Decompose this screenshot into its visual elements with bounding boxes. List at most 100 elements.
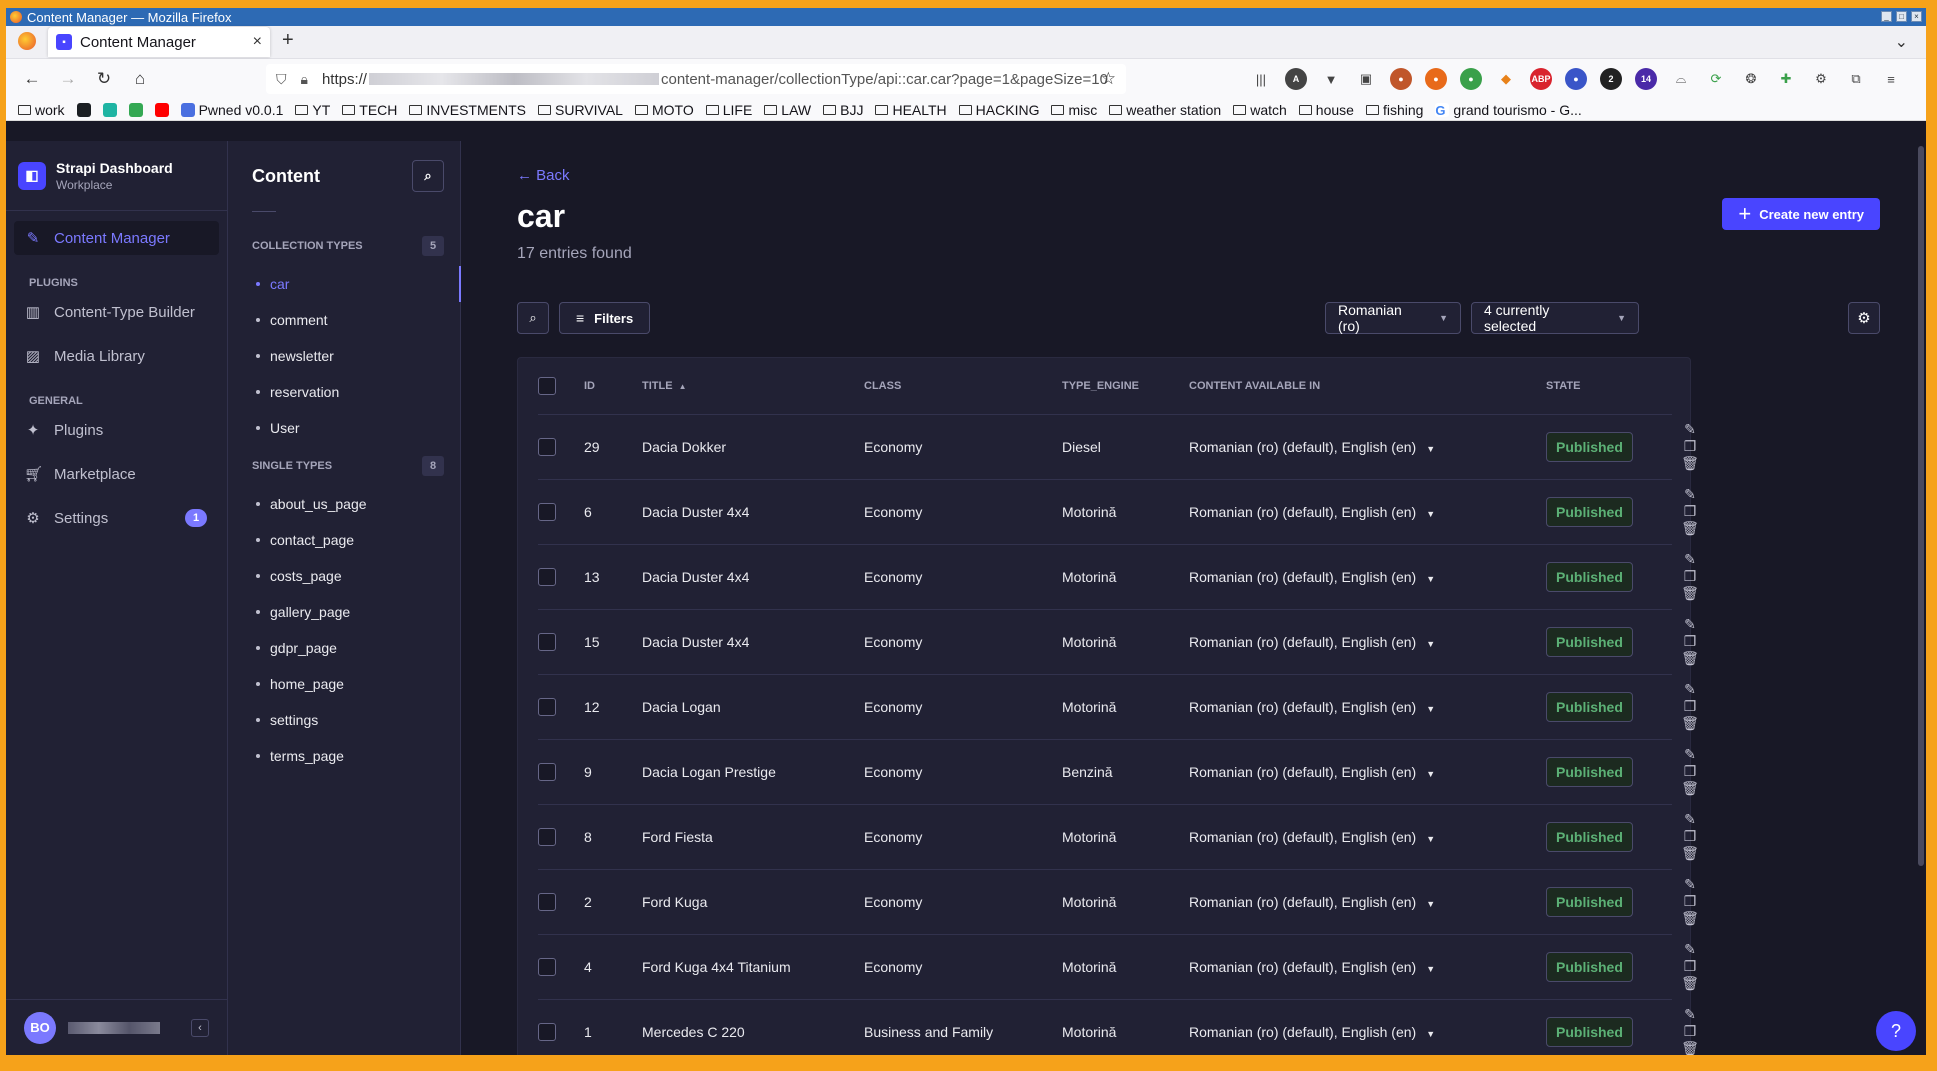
avatar[interactable]: BO: [24, 1011, 56, 1044]
chevron-down-icon[interactable]: ▼: [1426, 834, 1435, 844]
row-checkbox[interactable]: [538, 502, 556, 521]
subnav-link-user[interactable]: User: [228, 410, 460, 446]
chevron-down-icon[interactable]: ▼: [1426, 704, 1435, 714]
sidebar-item-plugins[interactable]: ✦ Plugins: [14, 413, 219, 447]
subnav-link-settings[interactable]: settings: [228, 702, 460, 738]
delete-trash-icon[interactable]: 🗑︎: [1672, 585, 1708, 602]
filters-button[interactable]: ≡ Filters: [559, 302, 651, 334]
subnav-link-costs-page[interactable]: costs_page: [228, 558, 460, 594]
bookmark-item[interactable]: [154, 102, 169, 117]
chevron-down-icon[interactable]: ▼: [1426, 444, 1435, 454]
bookmark-star-icon[interactable]: ☆: [1101, 69, 1116, 89]
bookmark-item[interactable]: work: [18, 102, 65, 118]
cell-content-available[interactable]: Romanian (ro) (default), English (en) ▼: [1189, 609, 1546, 675]
table-row[interactable]: 2 Ford Kuga Economy Motorină Romanian (ro) (…: [538, 869, 1699, 935]
tab-content-manager[interactable]: ▪ Content Manager ×: [48, 27, 270, 57]
bookmark-item[interactable]: INVESTMENTS: [409, 102, 526, 118]
delete-trash-icon[interactable]: 🗑︎: [1672, 910, 1708, 927]
duplicate-icon[interactable]: ❐: [1672, 893, 1708, 910]
help-button[interactable]: ?: [1876, 1011, 1916, 1051]
cell-content-available[interactable]: Romanian (ro) (default), English (en) ▼: [1189, 869, 1546, 935]
bookmark-item[interactable]: Ggrand tourismo - G...: [1435, 102, 1582, 118]
bookmark-item[interactable]: house: [1298, 102, 1354, 118]
locale-select[interactable]: Romanian (ro) ▼: [1325, 302, 1461, 334]
bookmark-item[interactable]: LAW: [764, 102, 811, 118]
table-row[interactable]: 4 Ford Kuga 4x4 Titanium Economy Motorină Ro…: [538, 934, 1699, 1000]
table-row[interactable]: 9 Dacia Logan Prestige Economy Benzină Roman…: [538, 739, 1699, 805]
bookmark-item[interactable]: MOTO: [634, 102, 694, 118]
cell-content-available[interactable]: Romanian (ro) (default), English (en) ▼: [1189, 999, 1546, 1055]
sidebar-item-content-type-builder[interactable]: ▥ Content-Type Builder: [14, 295, 219, 329]
bookmark-item[interactable]: watch: [1233, 102, 1287, 118]
table-search-button[interactable]: ⌕: [517, 302, 549, 334]
table-row[interactable]: 1 Mercedes C 220 Business and Family Motori…: [538, 999, 1699, 1055]
delete-trash-icon[interactable]: 🗑︎: [1672, 520, 1708, 537]
list-tabs-chevron-icon[interactable]: ⌄: [1895, 32, 1908, 52]
list-settings-gear-button[interactable]: ⚙: [1848, 302, 1880, 334]
columns-select[interactable]: 4 currently selected ▼: [1471, 302, 1639, 334]
chevron-down-icon[interactable]: ▼: [1426, 509, 1435, 519]
row-checkbox[interactable]: [538, 632, 556, 651]
bookmark-item[interactable]: [102, 102, 117, 117]
back-arrow-icon[interactable]: ←: [18, 69, 46, 89]
subnav-link-about-us-page[interactable]: about_us_page: [228, 486, 460, 522]
url-bar[interactable]: ⛉ 🔒︎ https:// content-manager/collection…: [266, 64, 1126, 94]
row-checkbox[interactable]: [538, 957, 556, 976]
sidebar-item-media-library[interactable]: ▨ Media Library: [14, 339, 219, 373]
bookmark-item[interactable]: HEALTH: [875, 102, 947, 118]
close-window-button[interactable]: ×: [1911, 11, 1922, 22]
scrollbar[interactable]: [1918, 146, 1924, 866]
delete-trash-icon[interactable]: 🗑︎: [1672, 650, 1708, 667]
duplicate-icon[interactable]: ❐: [1672, 958, 1708, 975]
header-type-engine[interactable]: TYPE_ENGINE: [1062, 358, 1189, 415]
lock-icon[interactable]: 🔒︎: [301, 71, 308, 88]
cell-content-available[interactable]: Romanian (ro) (default), English (en) ▼: [1189, 479, 1546, 545]
collection-types-heading[interactable]: COLLECTION TYPES 5: [228, 234, 460, 258]
table-row[interactable]: 15 Dacia Duster 4x4 Economy Motorină Romania…: [538, 609, 1699, 675]
create-new-entry-button[interactable]: + Create new entry: [1722, 198, 1880, 230]
edit-pencil-icon[interactable]: ✎: [1672, 421, 1708, 438]
duplicate-icon[interactable]: ❐: [1672, 438, 1708, 455]
chevron-down-icon[interactable]: ▼: [1426, 639, 1435, 649]
close-tab-icon[interactable]: ×: [253, 33, 262, 51]
extension-green-icon[interactable]: ●: [1460, 68, 1482, 90]
shield-icon[interactable]: ⛉: [276, 71, 287, 88]
menu-hamburger-icon[interactable]: ≡: [1880, 68, 1902, 90]
adblock-icon[interactable]: ABP: [1530, 68, 1552, 90]
new-tab-button[interactable]: +: [282, 29, 294, 52]
bookmark-item[interactable]: TECH: [342, 102, 397, 118]
single-types-heading[interactable]: SINGLE TYPES 8: [228, 454, 460, 478]
subnav-link-comment[interactable]: comment: [228, 302, 460, 338]
subnav-link-gallery-page[interactable]: gallery_page: [228, 594, 460, 630]
extension-basketball-icon[interactable]: ●: [1425, 68, 1447, 90]
duplicate-icon[interactable]: ❐: [1672, 763, 1708, 780]
edit-pencil-icon[interactable]: ✎: [1672, 746, 1708, 763]
edit-pencil-icon[interactable]: ✎: [1672, 1006, 1708, 1023]
sidebar-item-content-manager[interactable]: ✎ Content Manager: [14, 221, 219, 255]
subnav-link-terms-page[interactable]: terms_page: [228, 738, 460, 774]
edit-pencil-icon[interactable]: ✎: [1672, 876, 1708, 893]
extensions-puzzle-icon[interactable]: ⧉: [1845, 68, 1867, 90]
subnav-link-contact-page[interactable]: contact_page: [228, 522, 460, 558]
cell-content-available[interactable]: Romanian (ro) (default), English (en) ▼: [1189, 544, 1546, 610]
delete-trash-icon[interactable]: 🗑︎: [1672, 780, 1708, 797]
minimize-button[interactable]: _: [1881, 11, 1892, 22]
bookmark-item[interactable]: BJJ: [823, 102, 863, 118]
extension-badge-2-icon[interactable]: 2: [1600, 68, 1622, 90]
cell-content-available[interactable]: Romanian (ro) (default), English (en) ▼: [1189, 414, 1546, 480]
edit-pencil-icon[interactable]: ✎: [1672, 486, 1708, 503]
edit-pencil-icon[interactable]: ✎: [1672, 551, 1708, 568]
cell-content-available[interactable]: Romanian (ro) (default), English (en) ▼: [1189, 934, 1546, 1000]
bookmark-item[interactable]: weather station: [1109, 102, 1221, 118]
chevron-down-icon[interactable]: ▼: [1426, 899, 1435, 909]
delete-trash-icon[interactable]: 🗑︎: [1672, 845, 1708, 862]
header-id[interactable]: ID: [584, 358, 642, 415]
subnav-link-reservation[interactable]: reservation: [228, 374, 460, 410]
bookmark-item[interactable]: SURVIVAL: [538, 102, 623, 118]
row-checkbox[interactable]: [538, 827, 556, 846]
duplicate-icon[interactable]: ❐: [1672, 503, 1708, 520]
duplicate-icon[interactable]: ❐: [1672, 633, 1708, 650]
cell-content-available[interactable]: Romanian (ro) (default), English (en) ▼: [1189, 739, 1546, 805]
table-row[interactable]: 13 Dacia Duster 4x4 Economy Motorină Romania…: [538, 544, 1699, 610]
duplicate-icon[interactable]: ❐: [1672, 828, 1708, 845]
